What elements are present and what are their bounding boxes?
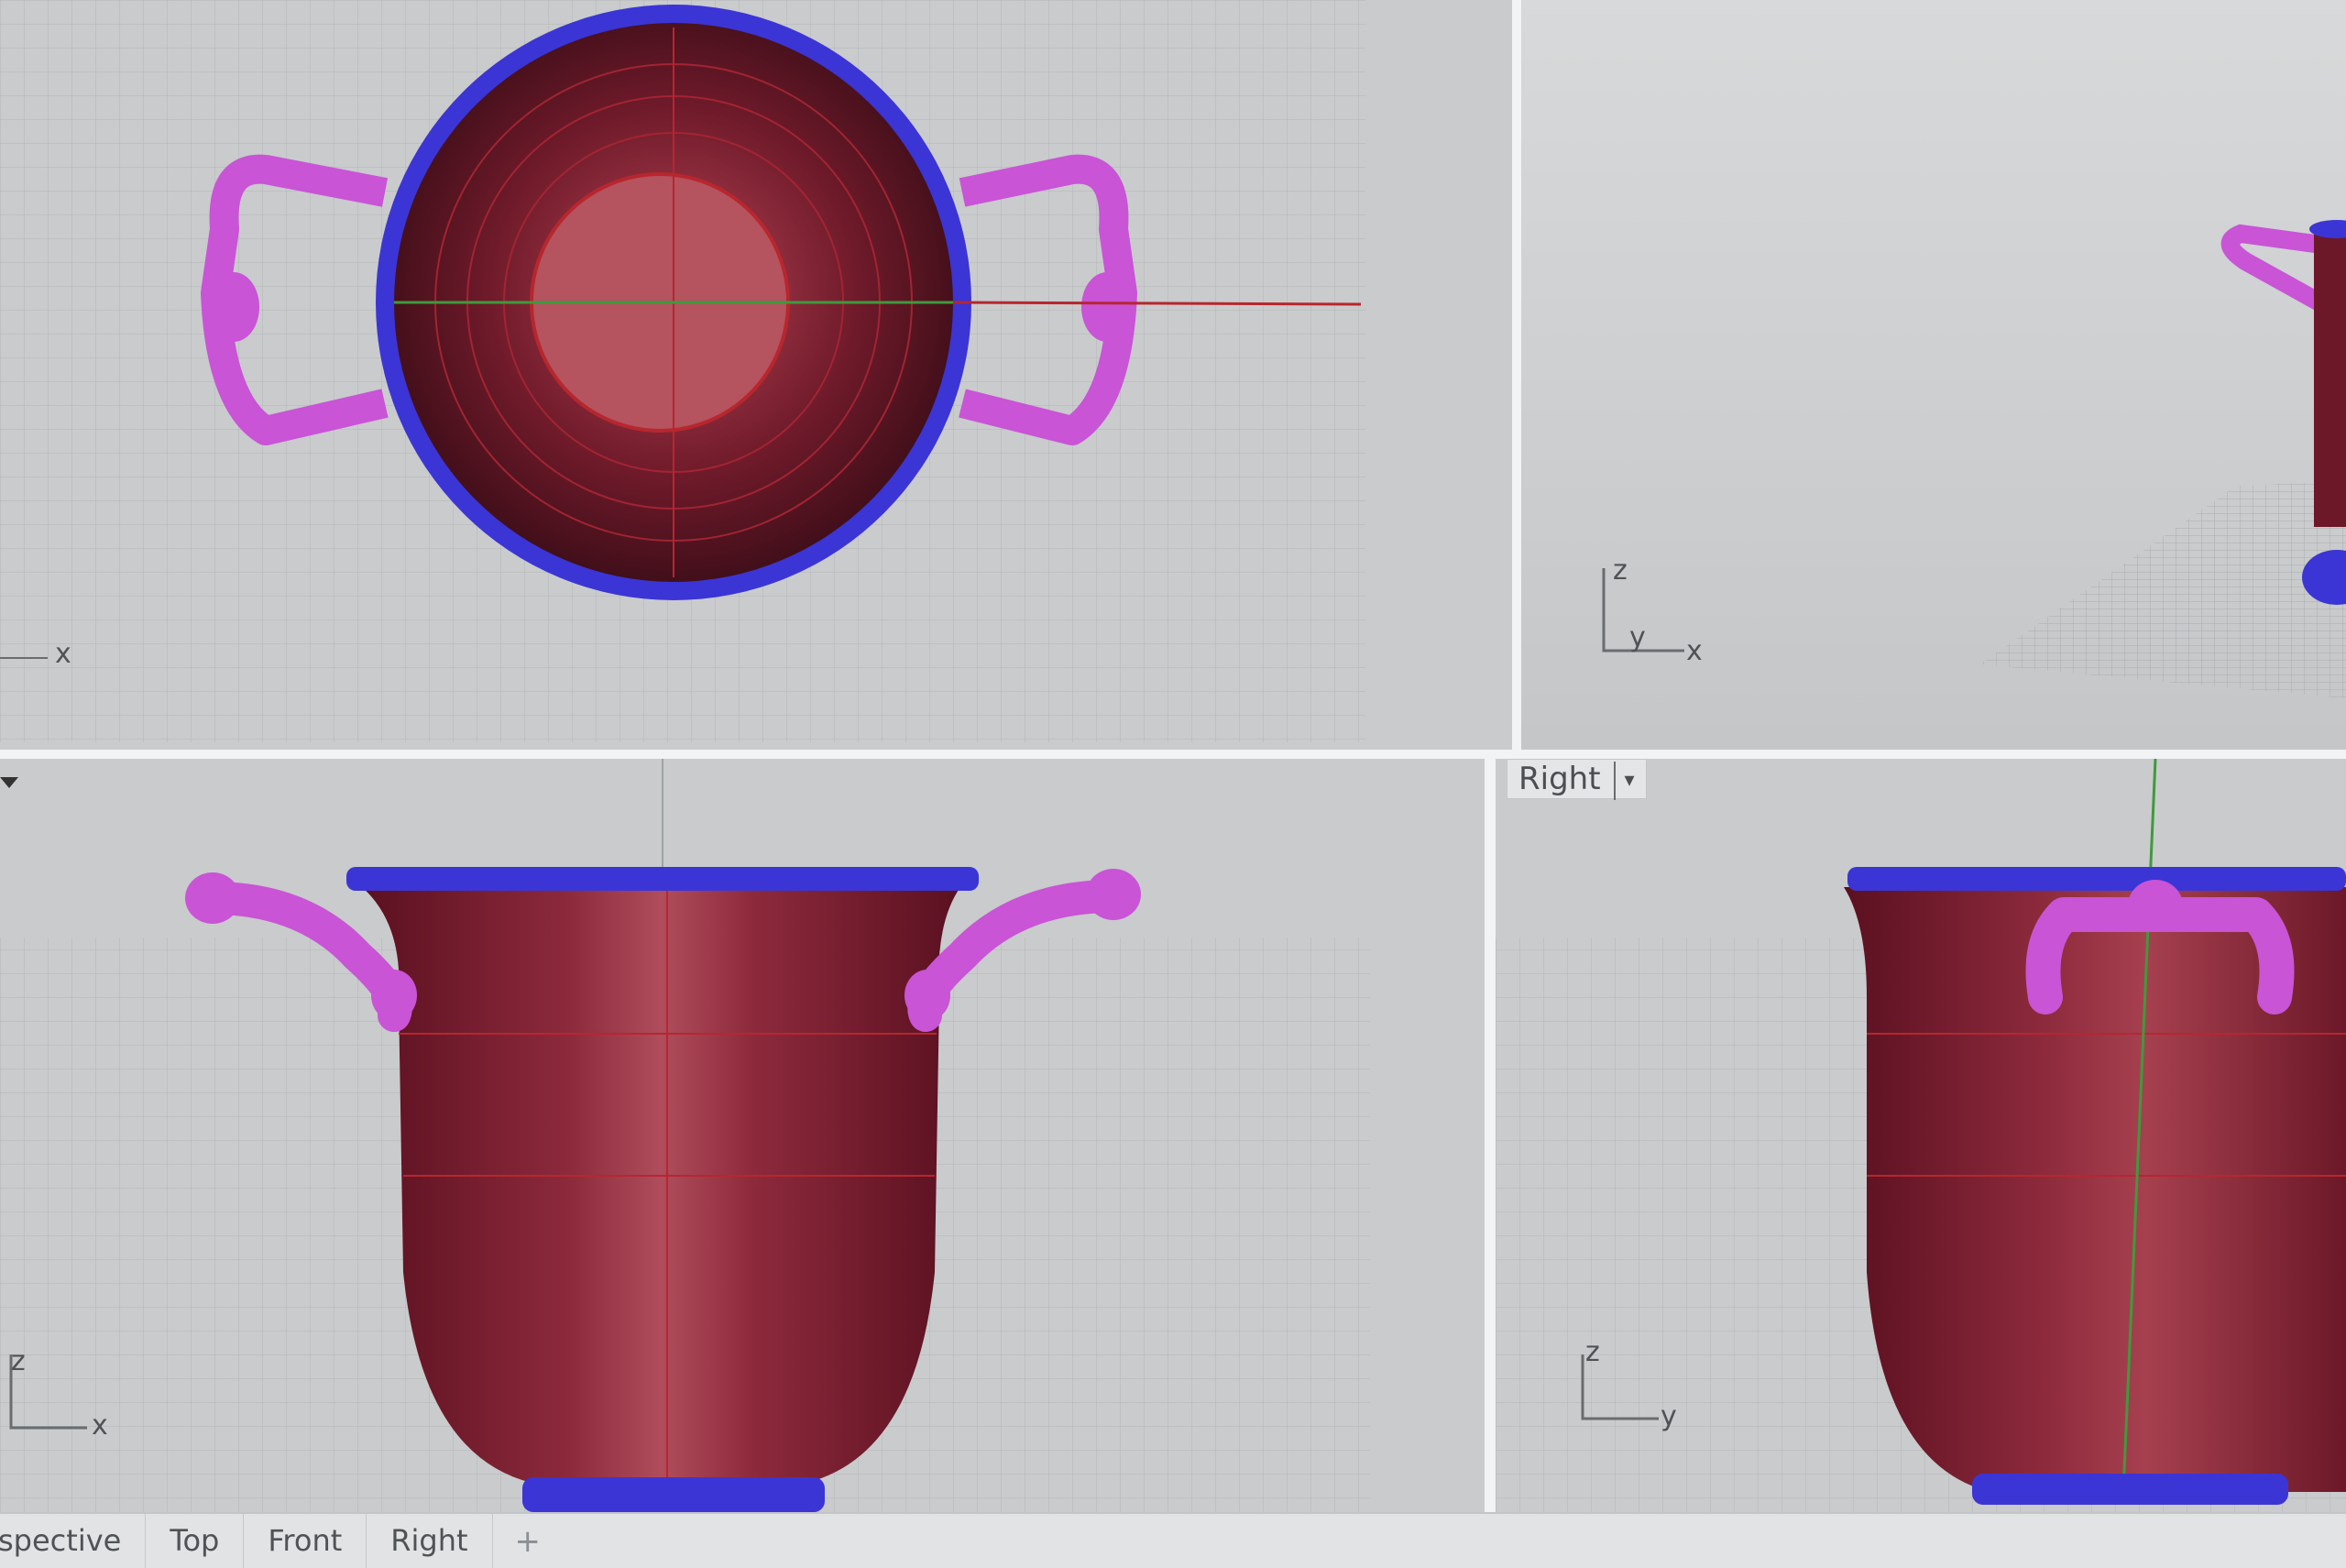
viewport-front[interactable]: z x bbox=[0, 759, 1485, 1512]
rim-front bbox=[346, 867, 979, 891]
viewport-divider-vertical-top[interactable] bbox=[1512, 0, 1521, 750]
right-axis-y-label: y bbox=[1661, 1400, 1677, 1432]
front-axis-x-label: x bbox=[92, 1409, 108, 1442]
viewport-tabs: spective Top Front Right + bbox=[0, 1512, 2346, 1568]
add-tab-icon[interactable]: + bbox=[493, 1523, 564, 1560]
right-axis-z-label: z bbox=[1585, 1336, 1600, 1368]
tab-top[interactable]: Top bbox=[146, 1514, 245, 1568]
viewport-title-right[interactable]: Right ▾ bbox=[1507, 759, 1647, 800]
top-axis-x-label: x bbox=[55, 638, 71, 670]
front-axis-z-label: z bbox=[11, 1345, 26, 1377]
dropdown-arrow-icon[interactable]: ▾ bbox=[1613, 761, 1635, 800]
viewport-right[interactable]: Right ▾ z y bbox=[1496, 759, 2346, 1512]
top-view-canvas bbox=[0, 0, 1365, 742]
foot-right bbox=[1972, 1474, 2288, 1505]
tab-right[interactable]: Right bbox=[367, 1514, 493, 1568]
front-view-canvas bbox=[0, 759, 1370, 1512]
viewport-divider-vertical-bottom[interactable] bbox=[1485, 759, 1496, 1512]
tab-front[interactable]: Front bbox=[244, 1514, 367, 1568]
persp-axis-x-label: x bbox=[1686, 635, 1703, 667]
viewport-divider-horizontal[interactable] bbox=[0, 750, 2346, 759]
right-view-canvas bbox=[1496, 759, 2346, 1512]
pot-body-front bbox=[362, 887, 960, 1483]
viewport-perspective[interactable]: z y x bbox=[1521, 0, 2346, 750]
tab-perspective[interactable]: spective bbox=[0, 1514, 147, 1568]
foot-front bbox=[522, 1477, 825, 1512]
persp-axis-y-label: y bbox=[1629, 621, 1646, 653]
persp-axis-z-label: z bbox=[1613, 554, 1628, 587]
viewport-top[interactable]: x bbox=[0, 0, 1512, 750]
rim-right bbox=[1847, 867, 2346, 891]
